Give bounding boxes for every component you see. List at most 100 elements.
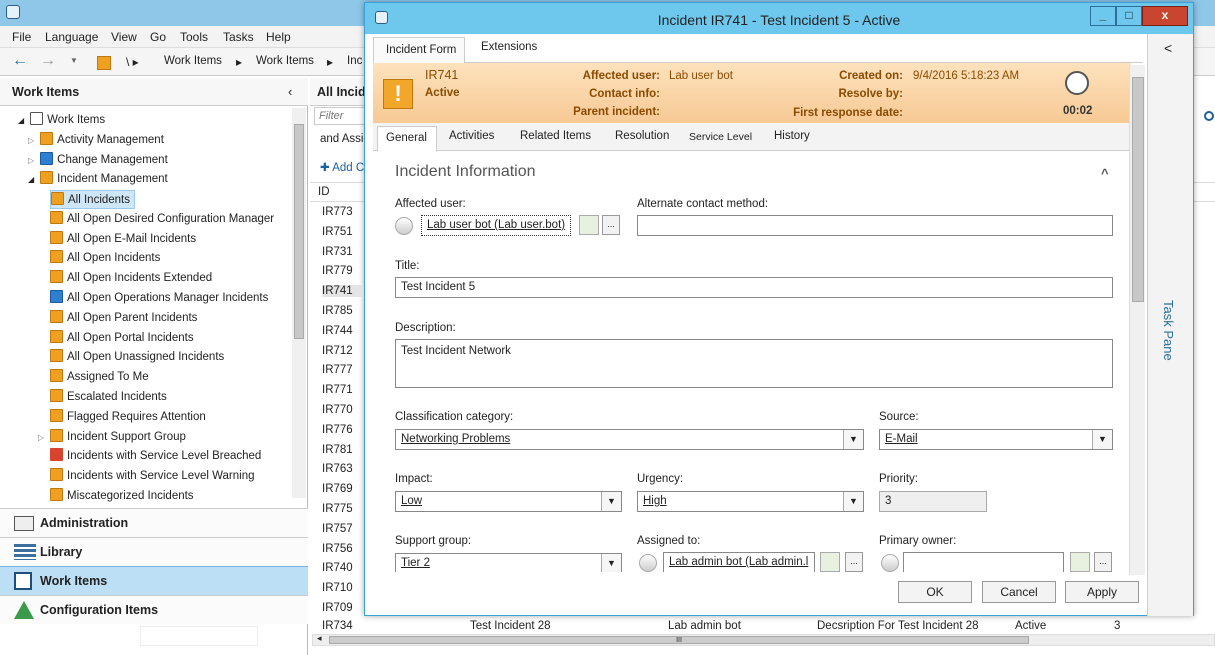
affected-user-field[interactable]: Lab user bot (Lab user.bot) [421,215,571,236]
affected-user-picker-icon[interactable] [579,215,599,235]
breadcrumb-work-items-2[interactable]: Work Items [256,55,314,67]
list-item-id[interactable]: IR741 [322,285,362,298]
wunderbar-configuration-items[interactable]: Configuration Items [0,595,308,624]
alt-contact-field[interactable] [637,215,1113,236]
chevron-down-icon[interactable]: ▼ [843,430,863,449]
menu-language[interactable]: Language [45,30,98,44]
classification-dropdown[interactable]: Networking Problems ▼ [395,429,864,450]
add-criteria-link[interactable]: ✚ Add C [320,160,364,174]
source-dropdown[interactable]: E-Mail ▼ [879,429,1113,450]
collapse-pane-icon[interactable]: ‹ [288,84,292,99]
tree-item-view[interactable]: Incidents with Service Level Breached [50,447,261,466]
primary-owner-browse-button[interactable]: ... [1094,552,1112,572]
horizontal-scrollbar-thumb[interactable]: III [329,636,1029,644]
tree-item-view[interactable]: Assigned To Me [50,368,149,387]
primary-owner-picker-icon[interactable] [1070,552,1090,572]
tab-related-items[interactable]: Related Items [520,130,591,142]
urgency-dropdown[interactable]: High ▼ [637,491,864,512]
list-item-id[interactable]: IR751 [322,226,353,238]
list-item-id[interactable]: IR756 [322,543,353,555]
wunderbar-library[interactable]: Library [0,537,308,566]
tree-item-view[interactable]: All Open Portal Incidents [50,329,194,348]
tab-resolution[interactable]: Resolution [615,130,669,142]
forward-arrow-icon[interactable]: → [40,52,56,70]
table-row[interactable]: Test Incident 28 Lab admin bot Decsripti… [310,618,1215,634]
tree-item-change-management[interactable]: ▷ Change Management [28,151,168,170]
chevron-down-icon[interactable]: ▼ [601,492,621,511]
primary-owner-field[interactable] [903,552,1064,572]
tree-item-view[interactable]: Flagged Requires Attention [50,408,206,427]
tree-scrollbar-thumb[interactable] [294,124,304,339]
chevron-down-icon[interactable]: ▼ [601,554,621,572]
tab-activities[interactable]: Activities [449,130,494,142]
list-item-id[interactable]: IR771 [322,384,353,396]
tree-expand-icon[interactable]: ◢ [28,175,34,184]
list-item-id[interactable]: IR781 [322,444,353,456]
search-icon[interactable] [1204,111,1214,121]
tree-item-view[interactable]: All Open E-Mail Incidents [50,230,196,249]
tree-item-incident-management[interactable]: ◢ Incident Management [28,170,168,189]
assigned-to-picker-icon[interactable] [820,552,840,572]
assigned-to-field[interactable]: Lab admin bot (Lab admin.l [663,552,815,572]
form-scrollbar-thumb[interactable] [1132,77,1144,302]
tab-service-level[interactable]: Service Level [689,131,752,143]
tree-item-view[interactable]: All Open Incidents Extended [50,269,212,288]
ok-button[interactable]: OK [898,581,972,603]
list-item-id[interactable]: IR775 [322,503,353,515]
back-arrow-icon[interactable]: ← [12,52,28,70]
tab-history[interactable]: History [774,130,810,142]
list-item-id[interactable]: IR785 [322,305,353,317]
list-item-id[interactable]: IR734 [322,620,353,632]
tree-expand-icon[interactable]: ▷ [28,156,34,165]
task-pane[interactable]: < Task Pane [1147,34,1193,616]
chevron-down-icon[interactable]: ▼ [843,492,863,511]
close-button[interactable]: x [1142,6,1188,26]
tab-extensions[interactable]: Extensions [481,41,537,53]
minimize-button[interactable]: _ [1090,6,1116,26]
tree-expand-icon[interactable]: ◢ [18,116,24,125]
title-field[interactable]: Test Incident 5 [395,277,1113,298]
menu-view[interactable]: View [111,30,137,44]
list-item-id[interactable]: IR709 [322,602,353,614]
wunderbar-administration[interactable]: Administration [0,508,308,537]
menu-file[interactable]: File [12,30,31,44]
list-item-id[interactable]: IR776 [322,424,353,436]
apply-button[interactable]: Apply [1065,581,1139,603]
task-pane-toggle-icon[interactable]: < [1164,40,1172,56]
list-item-id[interactable]: IR769 [322,483,353,495]
tree-item-activity-management[interactable]: ▷ Activity Management [28,131,164,150]
wunderbar-work-items[interactable]: Work Items [0,566,308,595]
filter-input[interactable]: Filter [314,107,366,125]
chevron-down-icon[interactable]: ▼ [1092,430,1112,449]
menu-help[interactable]: Help [266,30,291,44]
tab-general[interactable]: General [377,126,437,152]
list-item-id[interactable]: IR744 [322,325,353,337]
list-item-id[interactable]: IR763 [322,463,353,475]
support-group-dropdown[interactable]: Tier 2 ▼ [395,553,622,572]
list-item-id[interactable]: IR731 [322,246,353,258]
tab-incident-form[interactable]: Incident Form [373,37,465,65]
tree-expand-icon[interactable]: ▷ [28,136,34,145]
list-horizontal-scrollbar[interactable]: ◂ III [312,633,1215,646]
menu-go[interactable]: Go [150,30,166,44]
nav-history-dropdown-icon[interactable]: ▼ [70,56,78,65]
form-vertical-scrollbar[interactable] [1129,65,1145,575]
tree-item-view[interactable]: Miscategorized Incidents [50,487,194,506]
tree-expand-icon[interactable]: ▷ [38,428,44,447]
tree-scrollbar[interactable] [292,108,306,498]
menu-tools[interactable]: Tools [180,30,208,44]
tree-item-view[interactable]: All Open Incidents [50,249,160,268]
assigned-to-browse-button[interactable]: ... [845,552,863,572]
tree-item-view[interactable]: All Open Unassigned Incidents [50,348,224,367]
list-item-id[interactable]: IR712 [322,345,353,357]
impact-dropdown[interactable]: Low ▼ [395,491,622,512]
description-field[interactable]: Test Incident Network [395,339,1113,388]
scroll-left-icon[interactable]: ◂ [317,633,322,644]
breadcrumb-incident[interactable]: Inc [347,55,362,67]
tree-item-view[interactable]: All Incidents [50,190,136,209]
cancel-button[interactable]: Cancel [982,581,1056,603]
list-item-id[interactable]: IR740 [322,562,353,574]
tree-item-view[interactable]: All Open Parent Incidents [50,309,197,328]
list-item-id[interactable]: IR710 [322,582,353,594]
tree-item-view[interactable]: Escalated Incidents [50,388,167,407]
